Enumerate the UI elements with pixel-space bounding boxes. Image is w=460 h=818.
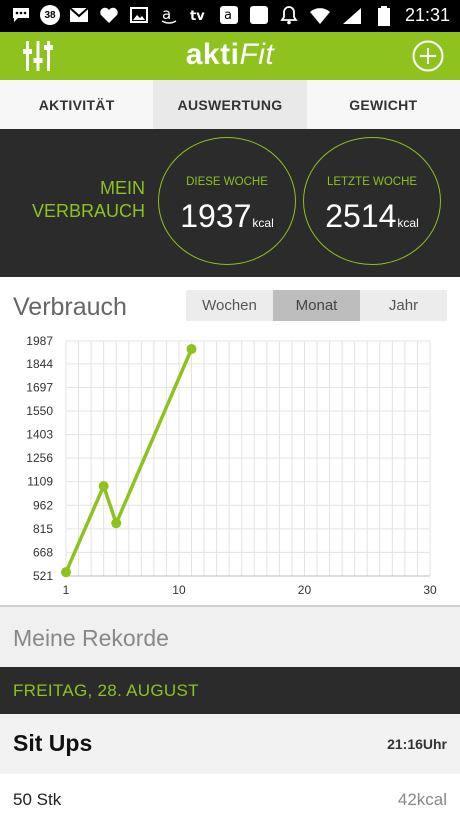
wifi-icon	[309, 6, 331, 26]
this-week-value-wrap: 1937kcal	[159, 198, 295, 235]
app-logo: aktiFit	[0, 38, 460, 72]
period-jahr[interactable]: Jahr	[360, 290, 447, 321]
status-time: 21:31	[404, 5, 450, 25]
last-week-value: 2514	[325, 198, 397, 234]
y-tick-label: 1109	[27, 475, 53, 489]
records-header: Meine Rekorde	[0, 607, 460, 667]
add-circle-icon[interactable]	[412, 40, 444, 72]
consumption-line-chart: 521 668 815 962 1109 1256 1403 1550 1697 1844 1987…	[26, 334, 437, 597]
heart-icon	[98, 5, 120, 25]
this-week-circle: DIESE WOCHE 1937kcal	[158, 137, 296, 265]
data-point	[61, 567, 71, 578]
battery-icon	[373, 5, 395, 26]
tab-auswertung[interactable]: AUSWERTUNG	[153, 80, 307, 129]
logo-main: akti	[185, 38, 240, 71]
signal-icon	[341, 6, 363, 26]
status-bar: 38 a tv a 21:31	[0, 0, 460, 32]
svg-text:tv: tv	[190, 9, 205, 24]
consumption-summary: MEIN VERBRAUCH DIESE WOCHE 1937kcal LETZ…	[0, 129, 460, 277]
main-tabs: AKTIVITÄT AUSWERTUNG GEWICHT	[0, 80, 460, 129]
amazon-icon: a	[158, 5, 180, 25]
record-detail-row: 50 Stk 42kcal	[0, 774, 460, 818]
y-tick-label: 1403	[26, 428, 53, 442]
x-tick-label: 30	[423, 583, 437, 597]
amazon-app-icon: a	[218, 5, 240, 25]
period-wochen[interactable]: Wochen	[186, 290, 273, 321]
summary-label-line1: MEIN	[100, 178, 145, 198]
record-exercise-row[interactable]: Sit Ups 21:16Uhr	[0, 714, 460, 774]
bell-icon	[278, 5, 300, 25]
last-week-unit: kcal	[397, 216, 419, 230]
summary-label-line2: VERBRAUCH	[31, 201, 145, 221]
y-tick-label: 815	[33, 522, 53, 536]
notification-count-badge: 38	[40, 5, 60, 25]
y-tick-label: 1697	[26, 380, 53, 394]
last-week-title: LETZTE WOCHE	[326, 176, 418, 188]
x-tick-label: 10	[172, 583, 186, 597]
exercise-time: 21:16Uhr	[387, 736, 447, 752]
this-week-unit: kcal	[252, 216, 274, 230]
y-tick-label: 962	[33, 498, 53, 512]
system-icons: 21:31	[309, 5, 450, 26]
this-week-title: DIESE WOCHE	[186, 176, 268, 188]
square-icon	[248, 5, 270, 25]
tab-aktivitaet[interactable]: AKTIVITÄT	[0, 80, 153, 129]
data-point	[111, 518, 122, 529]
summary-label: MEIN VERBRAUCH	[20, 177, 145, 223]
y-tick-label: 1987	[26, 334, 53, 348]
last-week-value-wrap: 2514kcal	[304, 198, 440, 235]
record-date: FREITAG, 28. AUGUST	[13, 681, 199, 700]
gmail-icon	[68, 5, 90, 25]
y-tick-label: 1844	[26, 357, 53, 371]
record-date-band: FREITAG, 28. AUGUST	[0, 667, 460, 714]
svg-text:a: a	[162, 6, 171, 23]
data-point	[98, 481, 109, 492]
y-tick-label: 1256	[26, 451, 53, 465]
y-tick-label: 1550	[26, 404, 53, 418]
logo-accent: Fit	[239, 38, 275, 71]
app-bar: aktiFit	[0, 32, 460, 80]
notification-icons: 38 a tv a	[10, 5, 300, 25]
tv-icon: tv	[188, 5, 210, 25]
image-icon	[128, 5, 150, 25]
x-tick-label: 20	[298, 583, 312, 597]
y-tick-label: 668	[33, 545, 53, 559]
exercise-count: 50 Stk	[13, 790, 62, 809]
chat-icon	[10, 5, 32, 25]
records-title: Meine Rekorde	[13, 625, 169, 651]
exercise-name: Sit Ups	[13, 730, 93, 756]
period-selector: Wochen Monat Jahr	[186, 290, 447, 321]
svg-text:a: a	[224, 8, 232, 23]
tab-gewicht[interactable]: GEWICHT	[307, 80, 460, 129]
this-week-value: 1937	[180, 198, 252, 234]
data-point	[186, 344, 197, 355]
period-monat[interactable]: Monat	[273, 290, 360, 321]
x-tick-label: 1	[63, 583, 70, 597]
chart-title: Verbrauch	[13, 293, 127, 321]
chart-section: Verbrauch Wochen Monat Jahr 521 668 815 962…	[0, 277, 460, 605]
y-tick-label: 521	[33, 569, 53, 583]
last-week-circle: LETZTE WOCHE 2514kcal	[303, 137, 441, 265]
exercise-kcal: 42kcal	[397, 790, 447, 809]
